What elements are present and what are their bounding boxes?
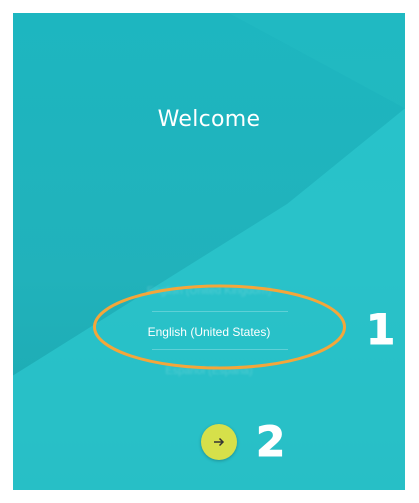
next-button[interactable] [201, 424, 237, 460]
setup-screen: Welcome English (United Kingdom) English… [13, 13, 405, 490]
highlight-ellipse [93, 284, 346, 370]
welcome-title: Welcome [157, 107, 261, 132]
step-marker-2: 2 [255, 417, 286, 466]
background-shape-bottom [13, 108, 405, 490]
step-marker-1: 1 [365, 305, 396, 354]
arrow-right-icon [214, 437, 225, 447]
